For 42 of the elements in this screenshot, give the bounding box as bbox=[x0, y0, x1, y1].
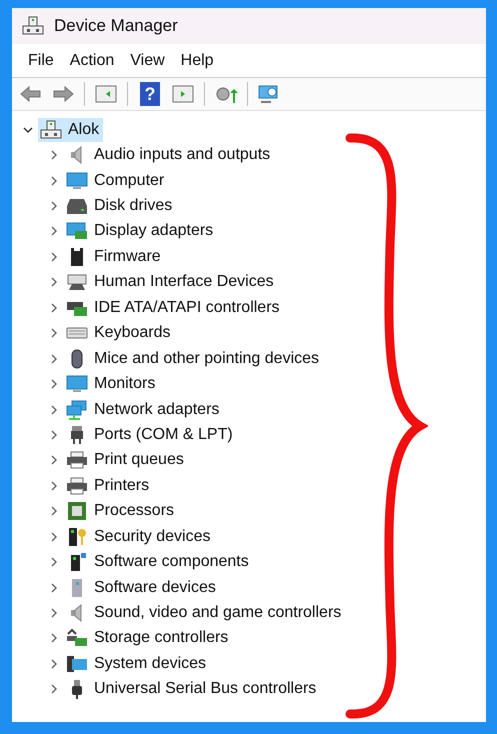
tree-item[interactable]: Software devices bbox=[64, 576, 220, 600]
window-title: Device Manager bbox=[54, 16, 178, 36]
network-icon bbox=[66, 400, 88, 420]
menu-item[interactable]: View bbox=[122, 48, 173, 72]
tree-item[interactable]: System devices bbox=[64, 652, 210, 676]
tree-item[interactable]: Firmware bbox=[64, 244, 165, 269]
tree-item[interactable]: Printers bbox=[64, 474, 154, 498]
menu-item[interactable]: Help bbox=[172, 48, 222, 72]
tree-item[interactable]: Audio inputs and outputs bbox=[64, 143, 274, 168]
system-icon bbox=[66, 654, 88, 674]
tree-item[interactable]: Security devices bbox=[64, 524, 214, 549]
tree-item[interactable]: Universal Serial Bus controllers bbox=[64, 677, 320, 702]
tree-item[interactable]: Disk drives bbox=[64, 194, 176, 218]
processor-icon bbox=[66, 501, 88, 522]
printer-icon bbox=[66, 450, 88, 470]
tree-item[interactable]: Processors bbox=[64, 499, 178, 524]
storage-controller-icon bbox=[66, 628, 88, 648]
tree-item[interactable]: Network adapters bbox=[64, 398, 224, 422]
tree-item[interactable]: Software components bbox=[64, 550, 253, 574]
tree-item[interactable]: Display adapters bbox=[64, 219, 218, 244]
tree-item[interactable]: Print queues bbox=[64, 448, 188, 472]
display-adapter-icon bbox=[66, 221, 88, 242]
disk-drive-icon bbox=[66, 196, 88, 216]
monitor-icon bbox=[66, 374, 88, 394]
printer-icon bbox=[66, 476, 88, 496]
tree-item[interactable]: Keyboards bbox=[64, 321, 174, 346]
tree-item[interactable]: Human Interface Devices bbox=[64, 270, 278, 294]
tree-item[interactable]: Mice and other pointing devices bbox=[64, 346, 324, 371]
tree-item[interactable]: IDE ATA/ATAPI controllers bbox=[64, 296, 284, 320]
computer-icon bbox=[40, 120, 62, 140]
tree-item[interactable]: Alok bbox=[38, 118, 104, 142]
help-button[interactable]: ? bbox=[140, 82, 160, 106]
tree-item[interactable]: Sound, video and game controllers bbox=[64, 601, 346, 626]
computer-icon bbox=[22, 16, 44, 36]
menu-item[interactable]: Action bbox=[62, 48, 122, 72]
tower-key-icon bbox=[66, 526, 88, 547]
tree-item[interactable]: Ports (COM & LPT) bbox=[64, 422, 237, 447]
tree-item[interactable]: Computer bbox=[64, 168, 168, 193]
menu-item[interactable]: File bbox=[20, 48, 62, 72]
tree-item[interactable]: Monitors bbox=[64, 372, 160, 396]
monitor-icon bbox=[66, 170, 88, 191]
tree-item[interactable]: Storage controllers bbox=[64, 626, 232, 650]
